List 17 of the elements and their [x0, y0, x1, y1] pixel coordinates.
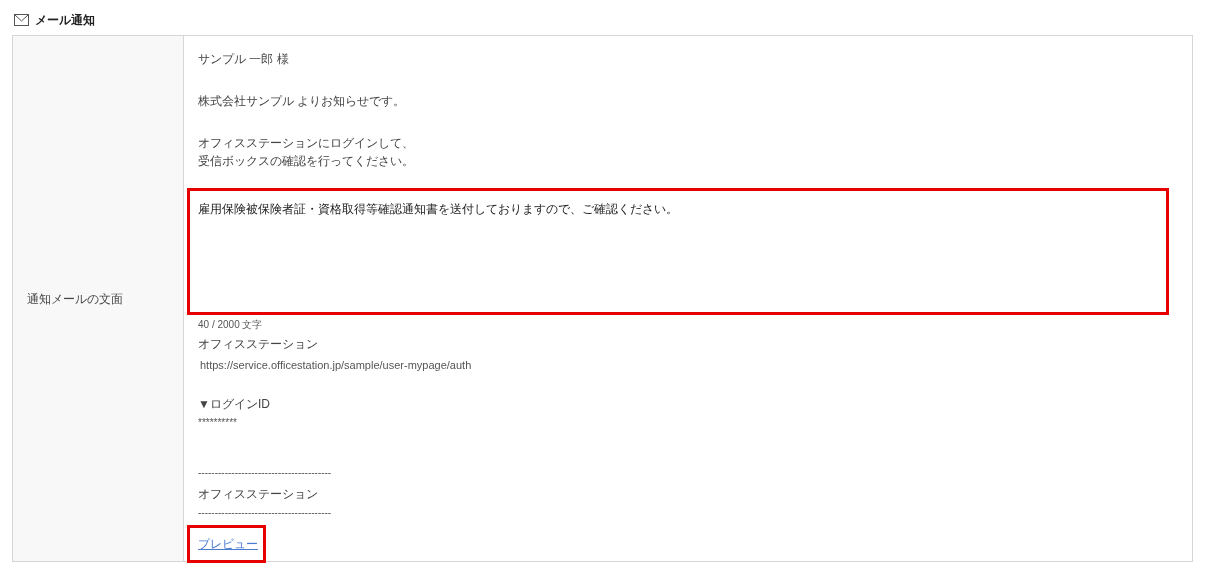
mail-icon — [14, 14, 29, 26]
preview-link[interactable]: プレビュー — [187, 525, 266, 563]
message-line: オフィスステーション — [198, 336, 319, 353]
character-counter: 40 / 2000 文字 — [198, 318, 264, 332]
section-title: メール通知 — [35, 12, 95, 29]
message-line: 株式会社サンプル よりお知らせです。 — [198, 93, 407, 110]
message-line: ▼ログインID — [198, 396, 271, 413]
message-line: 受信ボックスの確認を行ってください。 — [198, 153, 415, 170]
row-header: 通知メールの文面 — [13, 36, 184, 561]
message-line: オフィスステーション — [198, 486, 319, 503]
message-line: ---------------------------------------- — [198, 506, 333, 520]
message-field[interactable]: 雇用保険被保険者証・資格取得等確認通知書を送付しておりますので、ご確認ください。 — [187, 188, 1169, 315]
message-line: ---------------------------------------- — [198, 466, 333, 480]
url-text: https://service.officestation.jp/sample/user-mypage/auth — [200, 358, 473, 373]
message-line: サンプル 一郎 様 — [198, 51, 290, 68]
message-line: ********** — [198, 416, 238, 430]
message-line: オフィスステーションにログインして、 — [198, 135, 415, 152]
